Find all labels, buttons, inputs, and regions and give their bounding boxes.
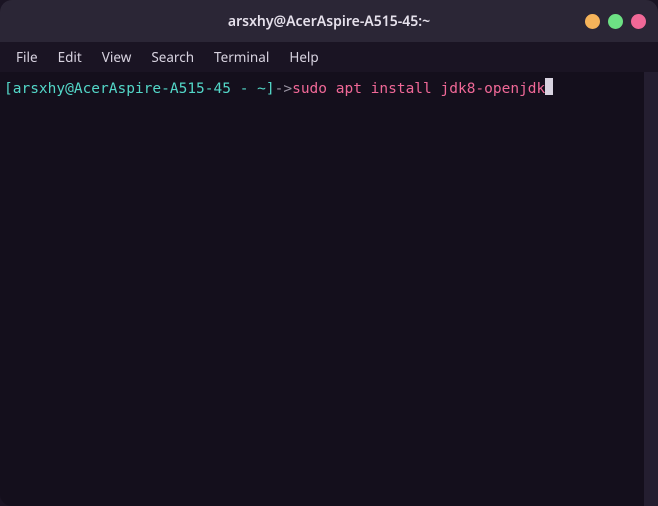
text-cursor — [545, 78, 553, 95]
maximize-button[interactable] — [608, 14, 623, 29]
menu-view[interactable]: View — [92, 44, 142, 70]
menu-bar: File Edit View Search Terminal Help — [0, 42, 658, 72]
prompt-user-host: [arsxhy@AcerAspire-A515-45 - ~] — [4, 81, 275, 97]
menu-edit[interactable]: Edit — [48, 44, 92, 70]
menu-terminal[interactable]: Terminal — [204, 44, 279, 70]
close-button[interactable] — [631, 14, 646, 29]
terminal-window: arsxhy@AcerAspire-A515-45:~ File Edit Vi… — [0, 0, 658, 506]
terminal-viewport[interactable]: [arsxhy@AcerAspire-A515-45 - ~]->sudo ap… — [0, 72, 658, 506]
menu-file[interactable]: File — [6, 44, 48, 70]
prompt-separator: -> — [275, 81, 292, 97]
window-controls — [585, 0, 646, 42]
menu-search[interactable]: Search — [141, 44, 204, 70]
window-title: arsxhy@AcerAspire-A515-45:~ — [0, 12, 658, 31]
command-text: sudo apt install jdk8-openjdk — [292, 81, 545, 97]
menu-help[interactable]: Help — [279, 44, 328, 70]
titlebar: arsxhy@AcerAspire-A515-45:~ — [0, 0, 658, 42]
scrollbar-vertical[interactable] — [644, 72, 658, 506]
minimize-button[interactable] — [585, 14, 600, 29]
scrollbar-thumb[interactable] — [646, 72, 656, 506]
